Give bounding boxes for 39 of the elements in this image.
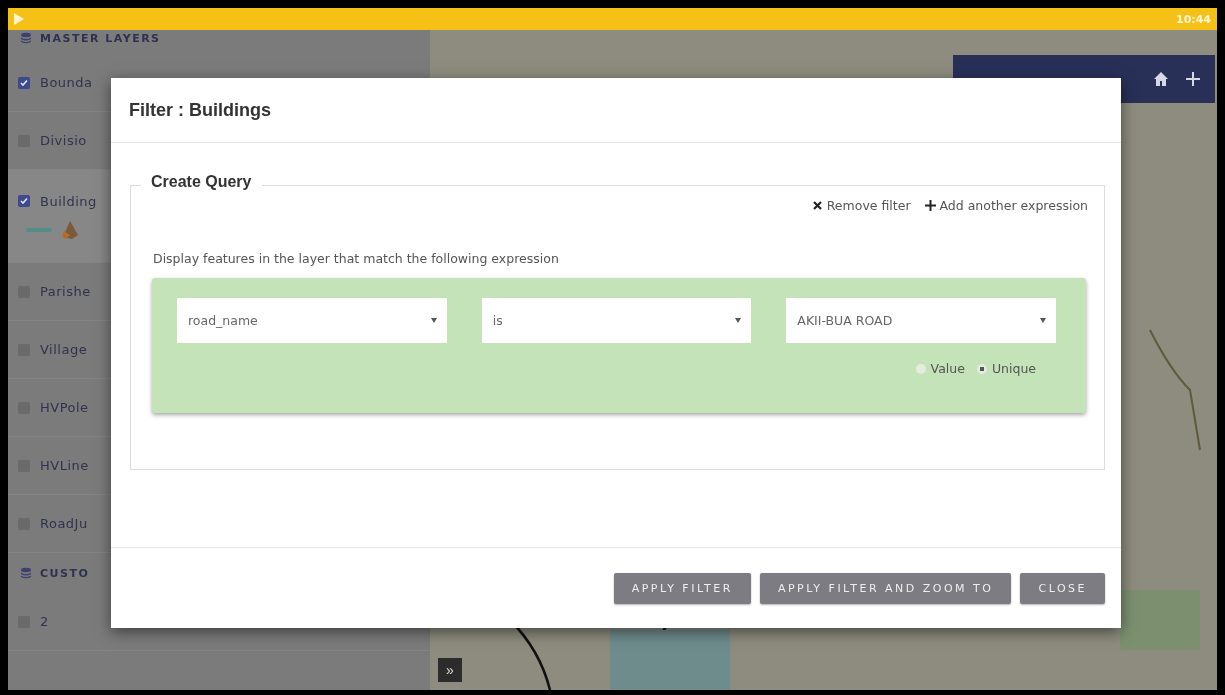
dialog-button[interactable]: APPLY FILTER AND ZOOM TO — [759, 572, 1012, 604]
layer-name[interactable]: HVPole — [40, 400, 89, 415]
mode-radio[interactable]: Value — [915, 361, 965, 376]
layer-checkbox[interactable] — [18, 76, 30, 89]
dropdown-field[interactable]: road_name — [177, 298, 447, 343]
status-time: 10:44 — [1176, 12, 1211, 26]
fieldset-legend: Create Query — [141, 173, 262, 191]
caret-icon — [430, 318, 437, 323]
plus-icon — [924, 200, 936, 211]
dialog-button[interactable]: CLOSE — [1020, 572, 1105, 604]
layer-name[interactable]: Parishe — [40, 284, 91, 299]
dialog-title: Filter : Buildings — [129, 99, 271, 121]
layer-name[interactable]: 2 — [40, 614, 49, 629]
section-heading: CUSTO — [40, 566, 90, 580]
layer-name[interactable]: HVLine — [40, 458, 89, 473]
remove-filter-link[interactable]: Remove filter — [811, 198, 911, 213]
layer-checkbox[interactable] — [18, 195, 30, 207]
layer-name[interactable]: Building — [40, 193, 97, 209]
add-expression-link[interactable]: Add another expression — [924, 198, 1088, 213]
dropdown-field[interactable]: is — [481, 298, 752, 343]
layer-name[interactable]: RoadJu — [40, 516, 88, 531]
play-icon — [14, 13, 24, 25]
layer-name[interactable]: Bounda — [40, 75, 93, 90]
caret-icon — [1040, 318, 1046, 323]
description-text: Display features in the layer that match the following expression — [153, 251, 560, 266]
home-icon[interactable] — [1153, 71, 1169, 87]
line-symbol-icon — [26, 226, 52, 233]
caret-icon — [735, 318, 742, 323]
layers-icon — [20, 567, 32, 579]
plus-icon[interactable] — [1185, 71, 1201, 87]
close-icon — [811, 200, 823, 211]
expand-button[interactable]: » — [438, 658, 462, 682]
dropdown-field[interactable]: AKII-BUA ROAD — [786, 298, 1056, 343]
section-heading: MASTER LAYERS — [40, 32, 161, 45]
mode-radio[interactable]: Unique — [976, 361, 1036, 376]
layers-icon — [20, 32, 32, 44]
layer-name[interactable]: Divisio — [40, 133, 87, 148]
layer-name[interactable]: Village — [40, 342, 88, 357]
dialog-button[interactable]: APPLY FILTER — [613, 572, 751, 604]
